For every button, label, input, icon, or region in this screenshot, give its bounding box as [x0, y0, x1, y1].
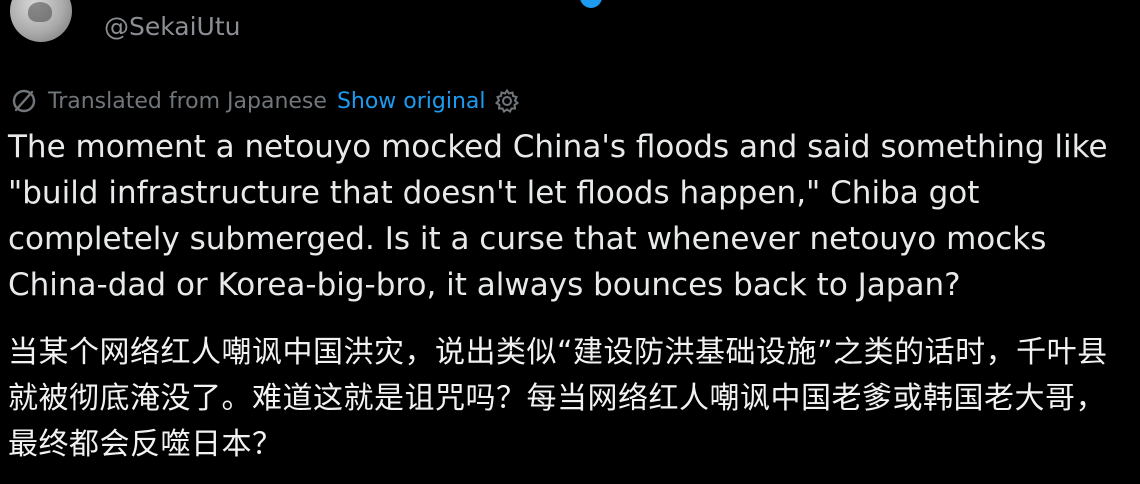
translated-from-label: Translated from Japanese — [48, 88, 327, 114]
tweet-text-english: The moment a netouyo mocked China's floo… — [8, 129, 1108, 303]
translation-bar: Translated from Japanese Show original — [10, 86, 520, 116]
verified-badge-icon — [580, 0, 602, 8]
translate-icon — [10, 87, 38, 115]
show-original-link[interactable]: Show original — [337, 89, 486, 114]
gear-icon[interactable] — [494, 88, 520, 114]
more-options-icon[interactable]: · — [1050, 0, 1060, 12]
user-handle[interactable]: @SekaiUtu — [104, 12, 241, 41]
tweet-header: · @SekaiUtu — [0, 0, 1140, 60]
tweet-text-chinese: 当某个网络红人嘲讽中国洪灾，说出类似“建设防洪基础设施”之类的话时，千叶县就被彻… — [8, 335, 1108, 462]
avatar[interactable] — [10, 0, 72, 42]
